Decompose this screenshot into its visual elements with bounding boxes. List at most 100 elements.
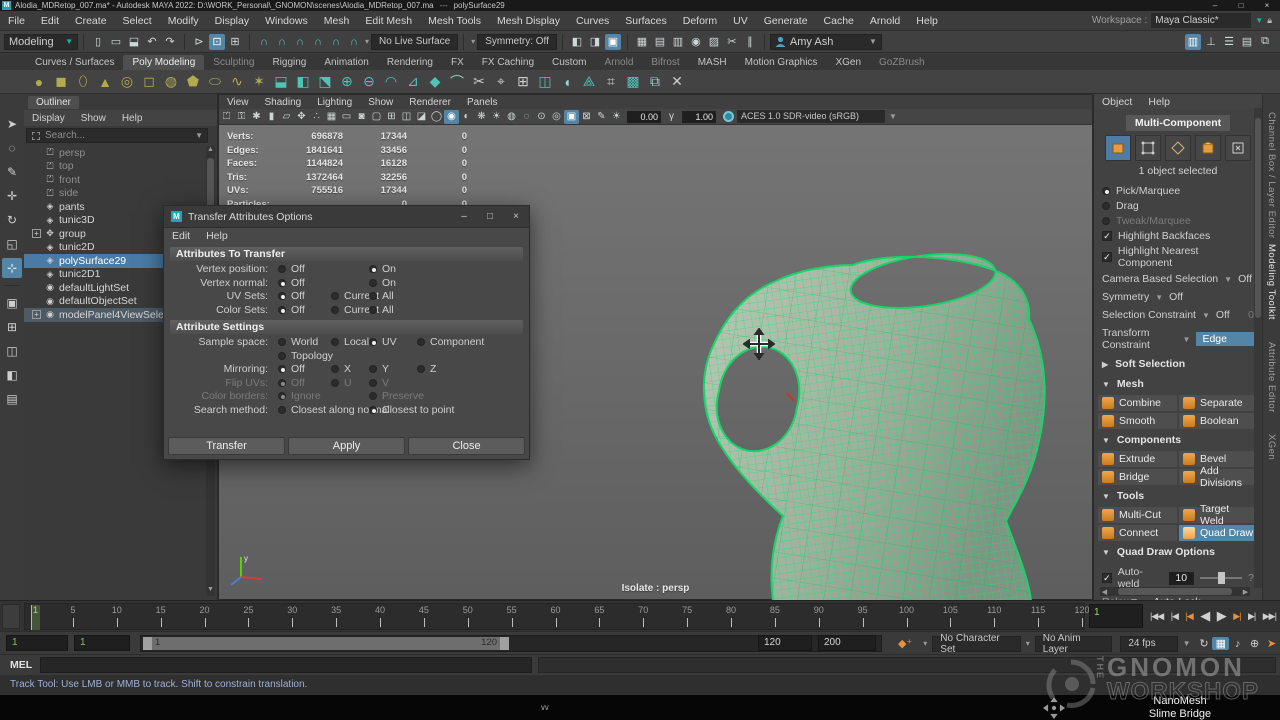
- play-forwards-button[interactable]: ▶: [1217, 608, 1226, 624]
- menu-select[interactable]: Select: [115, 15, 160, 27]
- shelf-tab-arnold[interactable]: Arnold: [595, 55, 642, 70]
- dialog-title-bar[interactable]: M Transfer Attributes Options –□×: [164, 206, 529, 228]
- radio-option-v[interactable]: V: [369, 377, 389, 389]
- chevron-down-icon[interactable]: ▾: [471, 37, 475, 46]
- minimize-button[interactable]: –: [1202, 1, 1228, 10]
- show-attribute-editor-icon[interactable]: ☰: [1221, 34, 1237, 50]
- object-mode-icon[interactable]: [1105, 135, 1131, 161]
- toolkit-radio-pick-marquee[interactable]: Pick/Marquee: [1094, 183, 1262, 198]
- quad-draw-button[interactable]: Quad Draw: [1179, 525, 1258, 541]
- dropdown-value[interactable]: Edge: [1196, 332, 1254, 346]
- append-polygon-icon[interactable]: ⟁: [578, 71, 600, 93]
- smooth-icon[interactable]: ◠: [380, 71, 402, 93]
- radio-option-ignore[interactable]: Ignore: [278, 390, 321, 402]
- poly-cylinder-icon[interactable]: ⬯: [72, 71, 94, 93]
- grid-display-icon[interactable]: ▦: [634, 34, 650, 50]
- range-end-handle[interactable]: [500, 637, 509, 650]
- edge-mode-icon[interactable]: [1165, 135, 1191, 161]
- menu-mesh[interactable]: Mesh: [316, 15, 358, 27]
- dock-tab-modeling-toolkit[interactable]: Modeling Toolkit: [1266, 244, 1277, 320]
- super-ellipse-icon[interactable]: ⬭: [204, 71, 226, 93]
- redo-icon[interactable]: ↷: [162, 34, 178, 50]
- menu-file[interactable]: File: [0, 15, 33, 27]
- shelf-tab-motion-graphics[interactable]: Motion Graphics: [736, 55, 827, 70]
- menu-cache[interactable]: Cache: [816, 15, 862, 27]
- cached-playback-icon[interactable]: ➤: [1263, 637, 1280, 650]
- four-pane-layout-icon[interactable]: ⊞: [2, 317, 22, 337]
- toolkit-check-highlight-nearest-component[interactable]: ✓Highlight Nearest Component: [1094, 243, 1262, 270]
- outliner-item-persp[interactable]: ⏍persp: [24, 146, 208, 160]
- new-scene-icon[interactable]: ▯: [90, 34, 106, 50]
- radio-option-world[interactable]: World: [278, 336, 318, 348]
- outliner-search[interactable]: Search... ▼: [26, 128, 208, 143]
- menu-surfaces[interactable]: Surfaces: [617, 15, 674, 27]
- close-button[interactable]: ×: [1254, 1, 1280, 10]
- menu-edit-mesh[interactable]: Edit Mesh: [357, 15, 420, 27]
- target-weld-icon[interactable]: ⌖: [490, 71, 512, 93]
- scroll-down-icon[interactable]: ▼: [206, 586, 215, 596]
- popup-item-slime-bridge[interactable]: Slime Bridge: [1120, 708, 1240, 720]
- boolean-difference-icon[interactable]: ⊖: [358, 71, 380, 93]
- show-sidebar-icon[interactable]: ▤: [1239, 34, 1255, 50]
- film-gate-icon[interactable]: ▤: [652, 34, 668, 50]
- mute-audio-icon[interactable]: ♪: [1229, 638, 1246, 650]
- pause-icon[interactable]: ∥: [742, 34, 758, 50]
- time-slider-grip[interactable]: [2, 604, 20, 629]
- radio-button[interactable]: [369, 338, 377, 346]
- playback-start-field[interactable]: 1: [74, 635, 130, 651]
- menu-mesh-tools[interactable]: Mesh Tools: [420, 15, 489, 27]
- poly-plane-icon[interactable]: ◻: [138, 71, 160, 93]
- expand-icon[interactable]: +: [32, 229, 41, 238]
- insert-edge-loop-icon[interactable]: ⌗: [600, 71, 622, 93]
- dialog-menu-help[interactable]: Help: [198, 230, 236, 242]
- show-channel-box-icon[interactable]: ▥: [1185, 34, 1201, 50]
- radio-button[interactable]: [369, 365, 377, 373]
- dock-tab-attribute-editor[interactable]: Attribute Editor: [1266, 342, 1277, 413]
- radio-button[interactable]: [1102, 202, 1110, 210]
- set-key-icon[interactable]: ◆⁺: [898, 637, 912, 650]
- radio-option-off[interactable]: Off: [278, 377, 305, 389]
- symmetrize-icon[interactable]: ⧉: [644, 71, 666, 93]
- combine-icon[interactable]: ⬓: [270, 71, 292, 93]
- step-forward-key-button[interactable]: ▶|: [1233, 611, 1240, 622]
- playback-end-field[interactable]: 120: [758, 635, 812, 651]
- outliner-menu-display[interactable]: Display: [24, 113, 73, 124]
- close-button[interactable]: Close: [408, 437, 525, 455]
- hypergraph-pane-layout-icon[interactable]: ▤: [2, 389, 22, 409]
- menu-generate[interactable]: Generate: [756, 15, 816, 27]
- platonic-solid-icon[interactable]: ⬟: [182, 71, 204, 93]
- radio-option-off[interactable]: Off: [278, 290, 305, 302]
- scroll-right-icon[interactable]: ▶: [1241, 588, 1250, 596]
- bevel-icon[interactable]: ◆: [424, 71, 446, 93]
- menu-uv[interactable]: UV: [725, 15, 756, 27]
- poly-disc-icon[interactable]: ◍: [160, 71, 182, 93]
- radio-option-uv[interactable]: UV: [369, 336, 397, 348]
- shelf-tab-bifrost[interactable]: Bifrost: [642, 55, 688, 70]
- poly-cube-icon[interactable]: ◼: [50, 71, 72, 93]
- radio-button[interactable]: [331, 365, 339, 373]
- menu-deform[interactable]: Deform: [675, 15, 725, 27]
- soft-selection-header[interactable]: ▶Soft Selection: [1094, 354, 1262, 374]
- bridge-icon[interactable]: ⌒: [446, 71, 468, 93]
- shelf-tab-curves-surfaces[interactable]: Curves / Surfaces: [26, 55, 123, 70]
- scroll-up-icon[interactable]: ▲: [206, 146, 215, 156]
- radio-button[interactable]: [278, 379, 286, 387]
- toolkit-radio-tweak-marquee[interactable]: Tweak/Marquee: [1094, 213, 1262, 228]
- quad-draw-icon[interactable]: ⊞: [512, 71, 534, 93]
- outliner-item-top[interactable]: ⏍top: [24, 160, 208, 174]
- auto-weld-checkbox[interactable]: ✓: [1102, 573, 1112, 583]
- symmetry-field[interactable]: Symmetry: Off: [477, 34, 557, 50]
- toolkit-dropdown-selection-constraint[interactable]: Selection Constraint▼Off0: [1094, 306, 1262, 324]
- menu-mesh-display[interactable]: Mesh Display: [489, 15, 568, 27]
- separate-icon[interactable]: ◧: [292, 71, 314, 93]
- poly-cone-icon[interactable]: ▲: [94, 71, 116, 93]
- radio-button[interactable]: [369, 306, 377, 314]
- menu-help[interactable]: Help: [908, 15, 946, 27]
- search-input[interactable]: Search...: [45, 130, 195, 141]
- radio-button[interactable]: [331, 338, 339, 346]
- menu-curves[interactable]: Curves: [568, 15, 617, 27]
- animation-preferences-icon[interactable]: ▦: [1212, 637, 1229, 650]
- chevron-down-icon[interactable]: ▼: [195, 131, 203, 140]
- step-back-key-button[interactable]: |◀: [1185, 611, 1192, 622]
- step-back-frame-button[interactable]: |◀: [1171, 611, 1178, 622]
